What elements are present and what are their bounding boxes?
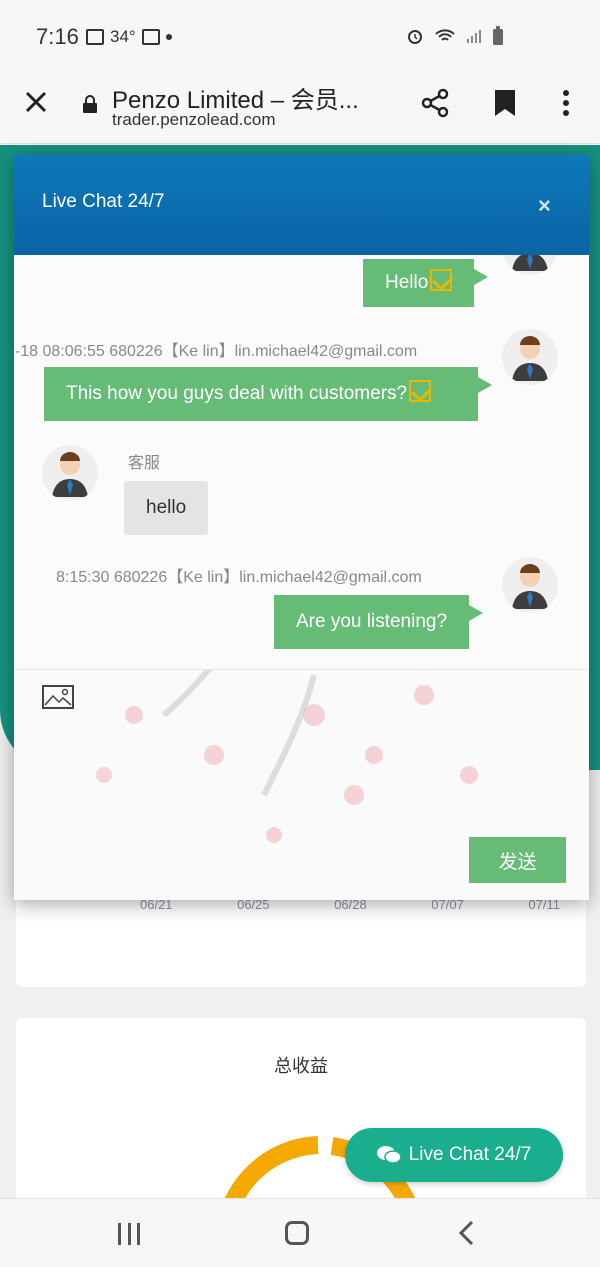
more-options-icon[interactable] <box>556 88 576 118</box>
image-upload-icon[interactable] <box>42 685 74 709</box>
agent-name: 客服 <box>128 455 161 472</box>
gallery-icon <box>86 29 104 45</box>
chat-close-button[interactable]: × <box>538 193 551 219</box>
total-income-title: 总收益 <box>274 1056 328 1076</box>
battery-icon <box>493 26 503 45</box>
back-icon[interactable] <box>455 1219 479 1247</box>
signal-icon <box>467 30 481 43</box>
notification-dot-icon <box>165 34 172 40</box>
message-text: Hello <box>385 272 429 293</box>
temperature: 34° <box>110 27 136 46</box>
status-icons-right <box>406 26 504 46</box>
message-bubble-outgoing: Are you listening? <box>274 595 484 649</box>
agent-avatar <box>42 445 98 501</box>
chat-title: Live Chat 24/7 <box>42 191 165 212</box>
user-avatar <box>502 255 558 275</box>
message-text: This how you guys deal with customers? <box>66 383 408 404</box>
live-chat-button-label: Live Chat 24/7 <box>408 1144 532 1165</box>
browser-toolbar: Penzo Limited – 会员... trader.penzolead.c… <box>0 72 600 144</box>
alarm-icon <box>408 30 422 44</box>
message-bubble-incoming: hello <box>124 481 209 535</box>
live-chat-button[interactable]: Live Chat 24/7 <box>345 1128 563 1182</box>
status-bar: 7:16 34° <box>0 0 600 72</box>
message-text: hello <box>146 497 187 518</box>
status-icons-left: 34° <box>86 27 172 47</box>
read-check-icon <box>409 380 432 402</box>
message-input[interactable] <box>34 715 569 825</box>
status-time: 7:16 <box>36 24 79 49</box>
lock-icon <box>83 95 97 113</box>
message-meta: 7-18 08:06:55 680226【Ke lin】lin.michael4… <box>14 343 418 360</box>
message-meta: 8:15:30 680226【Ke lin】lin.michael42@gmai… <box>56 569 422 586</box>
close-icon[interactable] <box>22 88 50 116</box>
bookmark-icon[interactable] <box>492 88 518 118</box>
recent-apps-icon[interactable] <box>118 1223 140 1245</box>
message-text: Are you listening? <box>296 611 448 632</box>
live-chat-modal: Live Chat 24/7 × Hello 7-18 08:06:55 680… <box>14 155 589 900</box>
mail-icon <box>141 29 160 45</box>
wifi-icon <box>435 29 455 41</box>
home-icon[interactable] <box>285 1221 309 1245</box>
message-bubble-outgoing: Hello <box>363 259 489 307</box>
user-avatar <box>502 329 558 385</box>
url-domain[interactable]: trader.penzolead.com <box>112 110 276 130</box>
chat-messages-area[interactable]: Hello 7-18 08:06:55 680226【Ke lin】lin.mi… <box>14 255 589 670</box>
system-nav-bar <box>0 1198 600 1267</box>
read-check-icon <box>430 269 453 291</box>
chat-bubbles-icon <box>376 1146 401 1164</box>
share-icon[interactable] <box>420 88 450 118</box>
send-button[interactable]: 发送 <box>469 837 566 883</box>
user-avatar <box>502 557 558 613</box>
chat-header: Live Chat 24/7 × <box>14 155 589 255</box>
message-bubble-outgoing: This how you guys deal with customers? <box>44 367 492 421</box>
